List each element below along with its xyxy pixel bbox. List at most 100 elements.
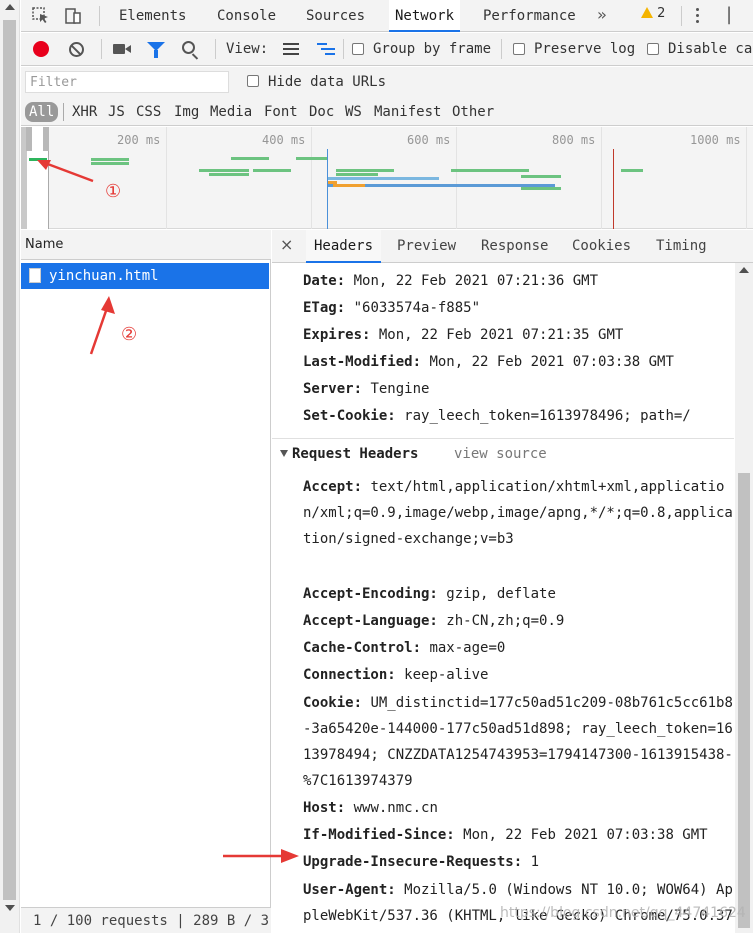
type-filter-manifest[interactable]: Manifest	[371, 102, 444, 122]
type-filter-img[interactable]: Img	[171, 102, 202, 122]
section-divider	[272, 438, 734, 439]
close-devtools-icon[interactable]: |	[726, 4, 732, 25]
detail-tab-timing[interactable]: Timing	[648, 230, 715, 263]
large-rows-icon[interactable]	[283, 43, 299, 58]
header-value: zh-CN,zh;q=0.9	[446, 613, 565, 629]
type-filter-divider	[63, 103, 64, 121]
filter-input[interactable]	[25, 71, 229, 93]
name-column-header[interactable]: Name	[21, 230, 271, 260]
header-key: Set-Cookie:	[303, 408, 396, 424]
detail-tab-cookies[interactable]: Cookies	[564, 230, 639, 263]
capture-screenshots-icon[interactable]	[113, 44, 131, 54]
filter-icon[interactable]	[147, 42, 165, 58]
timeline-request-bar	[231, 157, 269, 160]
timeline-right-handle[interactable]	[43, 127, 49, 151]
disable-cache-checkbox[interactable]	[647, 43, 659, 55]
header-key: Date:	[303, 273, 346, 289]
request-row[interactable]: yinchuan.html	[21, 263, 269, 289]
warning-counter[interactable]: 2	[641, 6, 665, 21]
response-header-row: Expires: Mon, 22 Feb 2021 07:21:35 GMT	[303, 322, 733, 349]
header-cache-control: Cache-Control: max-age=0	[303, 635, 733, 662]
scroll-down-arrow-icon[interactable]	[5, 905, 15, 911]
header-key: Expires:	[303, 327, 371, 343]
timeline-left-handle[interactable]	[26, 127, 32, 151]
annotation-label-two: ②	[121, 324, 138, 345]
tab-performance[interactable]: Performance	[477, 0, 582, 32]
close-detail-icon[interactable]: ×	[280, 235, 293, 254]
group-by-frame-checkbox[interactable]	[352, 43, 364, 55]
timeline-request-bar	[621, 169, 643, 172]
timeline-request-bar	[451, 169, 529, 172]
clear-icon[interactable]	[69, 42, 84, 57]
timeline-request-bar	[296, 157, 328, 160]
header-accept-encoding: Accept-Encoding: gzip, deflate	[303, 581, 733, 608]
type-filter-ws[interactable]: WS	[342, 102, 365, 122]
record-button[interactable]	[33, 41, 49, 57]
toolbar-divider	[501, 39, 502, 59]
request-name: yinchuan.html	[49, 268, 159, 284]
tab-sources[interactable]: Sources	[300, 0, 371, 32]
detail-tab-preview[interactable]: Preview	[389, 230, 464, 263]
dom-content-loaded-marker	[327, 149, 328, 229]
type-filter-xhr[interactable]: XHR	[69, 102, 100, 122]
inspect-element-icon[interactable]	[31, 6, 51, 26]
search-icon[interactable]	[182, 41, 195, 54]
filter-bar: Hide data URLs	[21, 67, 753, 98]
disable-cache-label: Disable ca	[668, 41, 753, 57]
type-filter-font[interactable]: Font	[261, 102, 301, 122]
header-value: Mon, 22 Feb 2021 07:03:38 GMT	[429, 354, 674, 370]
network-overview-timeline[interactable]: 200 ms 400 ms 600 ms 800 ms 1000 ms ①	[21, 127, 753, 229]
header-key: Cache-Control:	[303, 640, 422, 656]
toolbar-divider	[99, 6, 100, 26]
detail-tab-headers[interactable]: Headers	[306, 230, 382, 263]
header-value: Mon, 22 Feb 2021 07:21:35 GMT	[378, 327, 624, 343]
request-detail-panel: × Headers Preview Response Cookies Timing Da…	[272, 230, 753, 933]
type-filter-doc[interactable]: Doc	[306, 102, 337, 122]
header-key: Server:	[303, 381, 363, 397]
scroll-up-arrow-icon[interactable]	[739, 267, 749, 273]
detail-scrollbar[interactable]	[735, 263, 753, 933]
header-key: Last-Modified:	[303, 354, 422, 370]
request-headers-toggle[interactable]: Request Headers	[280, 444, 418, 464]
type-filter-other[interactable]: Other	[449, 102, 497, 122]
preserve-log-checkbox[interactable]	[513, 43, 525, 55]
network-toolbar: View: Group by frame Preserve log Disabl…	[21, 33, 753, 66]
type-filter-media[interactable]: Media	[207, 102, 255, 122]
tab-network[interactable]: Network	[389, 0, 461, 32]
header-key: User-Agent:	[303, 882, 396, 898]
header-host: Host: www.nmc.cn	[303, 795, 733, 822]
hide-data-urls-checkbox[interactable]	[247, 75, 259, 87]
group-by-frame-label: Group by frame	[373, 41, 492, 57]
tab-console[interactable]: Console	[211, 0, 282, 32]
scroll-thumb[interactable]	[738, 473, 750, 928]
header-value: gzip, deflate	[446, 586, 556, 602]
view-source-link[interactable]: view source	[454, 444, 547, 464]
device-toolbar-icon[interactable]	[63, 6, 83, 26]
response-header-row: Set-Cookie: ray_leech_token=1613978496; …	[303, 403, 733, 430]
header-value: UM_distinctid=177c50ad51c209-08b761c5cc6…	[303, 695, 733, 789]
waterfall-overview-icon[interactable]	[317, 43, 335, 58]
header-value: "6033574a-f885"	[353, 300, 481, 316]
annotation-label-one: ①	[105, 181, 122, 202]
toolbar-divider	[343, 39, 344, 59]
type-filter-css[interactable]: CSS	[133, 102, 164, 122]
more-tabs-icon[interactable]: »	[597, 0, 607, 32]
header-accept-language: Accept-Language: zh-CN,zh;q=0.9	[303, 608, 733, 635]
request-headers-title: Request Headers	[292, 446, 419, 462]
timeline-request-bar	[521, 175, 561, 178]
type-filter-all[interactable]: All	[25, 102, 59, 122]
tab-elements[interactable]: Elements	[113, 0, 192, 32]
timeline-request-bar	[253, 169, 291, 172]
type-filter-js[interactable]: JS	[105, 102, 128, 122]
scroll-thumb[interactable]	[3, 20, 16, 900]
scroll-up-arrow-icon[interactable]	[5, 4, 15, 10]
warning-icon	[641, 7, 653, 18]
timeline-request-bar	[91, 162, 129, 165]
outer-scrollbar[interactable]	[0, 0, 20, 933]
detail-tab-response[interactable]: Response	[473, 230, 556, 263]
annotation-arrow-icon	[223, 849, 299, 863]
load-event-marker	[613, 149, 614, 229]
timeline-request-bar	[333, 184, 365, 187]
more-options-icon[interactable]	[696, 8, 700, 26]
hide-data-urls-label: Hide data URLs	[268, 74, 387, 90]
